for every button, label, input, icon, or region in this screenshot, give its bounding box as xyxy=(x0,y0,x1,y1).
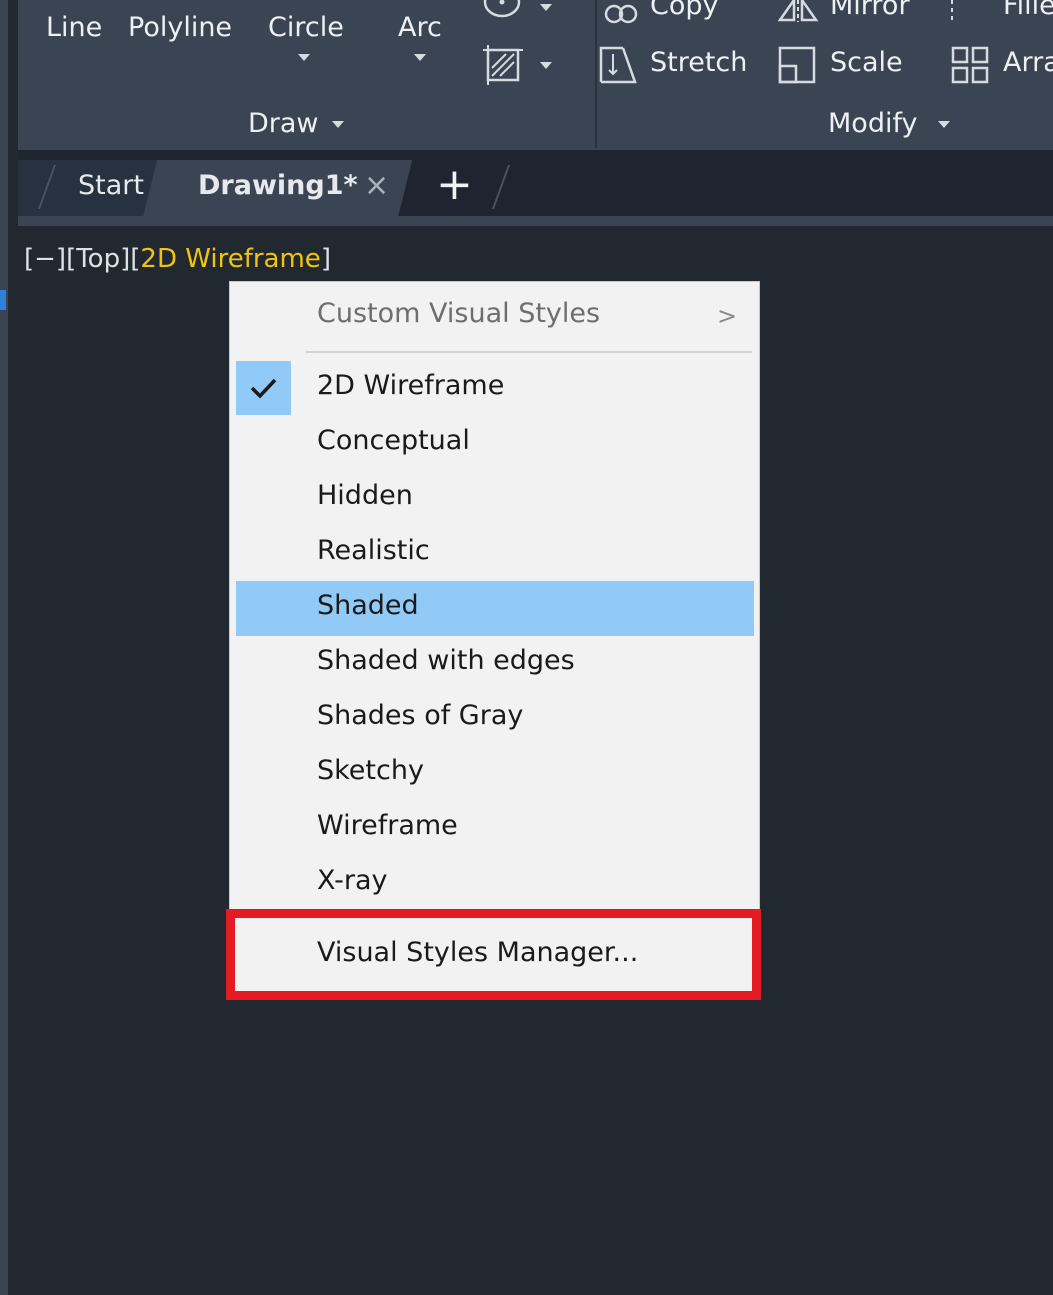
visual-styles-menu: Custom Visual Styles > 2D Wireframe Conc… xyxy=(229,281,760,994)
array-icon[interactable] xyxy=(951,46,991,86)
menu-item-shades-of-gray[interactable]: Shades of Gray xyxy=(317,700,523,731)
circle-dropdown-icon[interactable] xyxy=(298,54,310,61)
menu-item-x-ray[interactable]: X-ray xyxy=(317,865,388,896)
visual-style-control[interactable]: 2D Wireframe xyxy=(140,244,320,274)
menu-item-realistic[interactable]: Realistic xyxy=(317,535,430,566)
copy-button[interactable]: Copy xyxy=(650,0,719,21)
viewport-minus-control[interactable]: [−] xyxy=(24,244,66,274)
mirror-icon[interactable] xyxy=(776,0,820,22)
modify-panel-label[interactable]: Modify xyxy=(828,108,917,139)
menu-item-conceptual[interactable]: Conceptual xyxy=(317,425,470,456)
menu-item-2d-wireframe[interactable]: 2D Wireframe xyxy=(317,370,504,401)
arc-dropdown-icon[interactable] xyxy=(414,54,426,61)
modify-panel-expand-icon[interactable] xyxy=(938,121,950,128)
hatch-dropdown-icon[interactable] xyxy=(540,62,552,69)
add-tab-icon[interactable]: + xyxy=(436,160,473,210)
annotation-highlight-box xyxy=(226,909,761,1000)
line-button[interactable]: Line xyxy=(46,12,102,43)
polyline-button[interactable]: Polyline xyxy=(128,12,232,43)
menu-check-highlight xyxy=(236,361,291,415)
menu-item-custom-visual-styles[interactable]: Custom Visual Styles xyxy=(317,298,600,329)
tab-start-label[interactable]: Start xyxy=(78,170,144,201)
ellipse-dropdown-icon[interactable] xyxy=(540,4,552,11)
ellipse-icon[interactable] xyxy=(482,0,522,22)
close-tab-icon[interactable]: × xyxy=(364,168,389,203)
tab-drawing1-label[interactable]: Drawing1* xyxy=(198,170,358,201)
menu-divider xyxy=(306,351,752,353)
scale-button[interactable]: Scale xyxy=(830,47,903,78)
visual-style-close-bracket: ] xyxy=(320,244,331,274)
array-button[interactable]: Arra xyxy=(1003,47,1053,78)
circle-button[interactable]: Circle xyxy=(268,12,344,43)
fillet-icon[interactable] xyxy=(948,0,958,26)
menu-item-shaded-with-edges[interactable]: Shaded with edges xyxy=(317,645,575,676)
draw-panel-expand-icon[interactable] xyxy=(332,121,344,128)
hatch-icon[interactable] xyxy=(482,44,524,86)
arc-button[interactable]: Arc xyxy=(398,12,442,43)
stretch-button[interactable]: Stretch xyxy=(650,47,747,78)
menu-hover-highlight xyxy=(236,581,754,636)
stretch-icon[interactable] xyxy=(597,44,639,86)
draw-panel-label[interactable]: Draw xyxy=(248,108,319,139)
view-cube-control[interactable]: [Top] xyxy=(66,244,130,274)
fillet-button[interactable]: Fille xyxy=(1003,0,1053,21)
menu-item-shaded[interactable]: Shaded xyxy=(317,590,419,621)
viewport-controls: [−][Top][2D Wireframe] xyxy=(24,244,331,274)
copy-icon[interactable] xyxy=(600,0,640,26)
submenu-chevron-icon: > xyxy=(717,302,738,330)
visual-style-open-bracket: [ xyxy=(130,244,141,274)
checkmark-icon xyxy=(250,378,277,399)
menu-item-sketchy[interactable]: Sketchy xyxy=(317,755,424,786)
left-edge-indicator xyxy=(0,290,6,310)
menu-item-wireframe[interactable]: Wireframe xyxy=(317,810,458,841)
mirror-button[interactable]: Mirror xyxy=(830,0,910,21)
menu-item-hidden[interactable]: Hidden xyxy=(317,480,413,511)
window-left-edge xyxy=(0,0,8,1295)
scale-icon[interactable] xyxy=(776,44,818,86)
tab-underline xyxy=(18,216,1053,226)
